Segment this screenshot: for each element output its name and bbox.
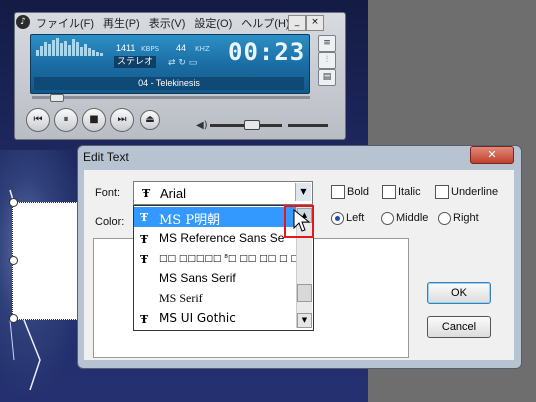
volume-knob[interactable] (244, 120, 260, 130)
close-icon[interactable]: ✕ (470, 146, 514, 164)
menu-view[interactable]: 表示(V) (149, 15, 186, 31)
chevron-down-icon[interactable]: ▼ (295, 183, 311, 201)
channel-badge: ステレオ (114, 56, 157, 68)
balance-slider[interactable] (288, 124, 328, 127)
scroll-thumb[interactable] (297, 284, 312, 302)
seek-bar[interactable] (32, 96, 310, 99)
font-option-name: □□ □□□□□ ⁸□ □□ □□ □ □⁴□ (159, 254, 311, 264)
cancel-button[interactable]: Cancel (427, 316, 491, 338)
italic-checkbox[interactable] (382, 185, 396, 199)
truetype-icon: Ŧ (142, 187, 151, 200)
samplerate-value: 44 (176, 43, 187, 53)
menu-play[interactable]: 再生(P) (103, 15, 140, 31)
font-option[interactable]: Ŧ MS P明朝 (134, 207, 296, 228)
color-label: Color: (95, 216, 125, 228)
bold-checkbox[interactable] (331, 185, 345, 199)
previous-icon[interactable]: ⏮ (26, 108, 50, 132)
scroll-down-icon[interactable]: ▼ (297, 313, 312, 328)
align-right-radio[interactable] (438, 212, 451, 225)
font-option-name: MS Sans Serif (159, 271, 236, 285)
minimize-button[interactable]: _ (288, 15, 306, 31)
align-right-label: Right (453, 212, 479, 224)
mouse-cursor-icon (293, 208, 311, 232)
font-option-name: MS Reference Sans Se (159, 231, 285, 245)
font-option-name: MS P明朝 (159, 213, 221, 228)
font-option[interactable]: Ŧ □□ □□□□□ ⁸□ □□ □□ □ □⁴□ (134, 249, 311, 269)
truetype-icon: Ŧ (140, 253, 149, 266)
ok-button[interactable]: OK (427, 282, 491, 304)
resize-handle[interactable] (9, 198, 18, 207)
font-option[interactable]: MS Serif (134, 289, 296, 309)
italic-label: Italic (398, 186, 421, 198)
font-select-value: Arial (160, 186, 187, 201)
truetype-icon: Ŧ (140, 233, 149, 246)
samplerate-unit: KHZ (195, 45, 210, 53)
font-label: Font: (95, 187, 121, 199)
underline-label: Underline (451, 186, 499, 198)
eject-icon[interactable]: ⏏ (140, 110, 160, 130)
underline-checkbox[interactable] (435, 185, 449, 199)
font-option[interactable]: Ŧ MS UI Gothic (134, 309, 296, 329)
font-option[interactable]: Ŧ MS Reference Sans Se (134, 229, 296, 249)
align-middle-label: Middle (396, 212, 429, 224)
resize-handle[interactable] (9, 314, 18, 323)
bitrate-unit: KBPS (141, 45, 160, 53)
next-icon[interactable]: ⏭ (110, 108, 134, 132)
speaker-icon[interactable]: ◀) (196, 120, 208, 131)
align-middle-radio[interactable] (381, 212, 394, 225)
menu-file[interactable]: ファイル(F) (36, 15, 94, 31)
close-icon[interactable]: × (306, 15, 324, 31)
align-left-label: Left (346, 212, 365, 224)
bold-label: Bold (347, 186, 370, 198)
menu-settings[interactable]: 設定(O) (194, 15, 232, 31)
spectrum-visualizer (36, 38, 108, 56)
resize-handle[interactable] (9, 256, 18, 265)
font-option[interactable]: MS Sans Serif (134, 269, 296, 289)
seek-knob[interactable] (50, 94, 64, 102)
bitrate-value: 1411 (116, 43, 136, 53)
time-display: 00:23 (228, 38, 306, 66)
shuffle-repeat-icons[interactable]: ⇄ ↻ ▭ (168, 58, 197, 68)
pause-icon[interactable]: ⏸ (54, 108, 78, 132)
dialog-title: Edit Text (83, 150, 129, 164)
track-title: 04 - Telekinesis (34, 77, 304, 90)
library-icon[interactable]: ▤ (318, 69, 336, 86)
music-note-icon[interactable]: ♪ (16, 15, 30, 29)
align-left-radio[interactable] (331, 212, 344, 225)
font-option-name: MS UI Gothic (159, 311, 236, 325)
player-menu-bar: ファイル(F) 再生(P) 表示(V) 設定(O) ヘルプ(H) (36, 14, 290, 32)
stop-icon[interactable]: ■ (82, 108, 106, 132)
playlist-icon[interactable]: ≡ (318, 35, 336, 52)
truetype-icon: Ŧ (140, 313, 149, 326)
truetype-icon: Ŧ (140, 211, 149, 224)
text-object-frame[interactable] (12, 202, 78, 320)
equalizer-icon[interactable]: ⫶ (318, 52, 336, 69)
font-option-name: MS Serif (159, 291, 203, 305)
menu-help[interactable]: ヘルプ(H) (241, 15, 289, 31)
